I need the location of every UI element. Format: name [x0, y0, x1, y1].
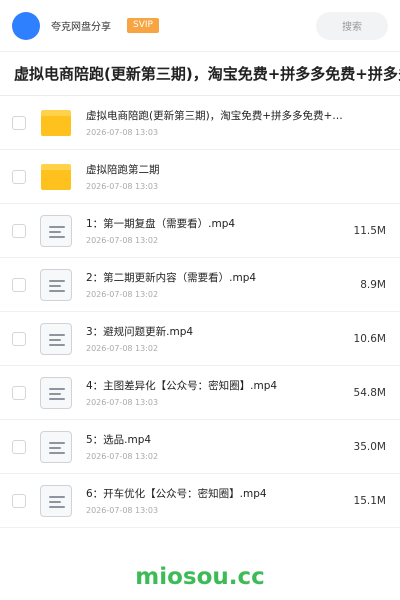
list-item[interactable]: 3：避规问题更新.mp4 2026-07-08 13:02 10.6M: [0, 312, 400, 366]
file-date: 2026-07-08 13:02: [86, 452, 159, 461]
file-info: 4：主图差异化【公众号：密知圈】.mp4 2026-07-08 13:03: [86, 378, 346, 407]
file-date: 2026-07-08 13:02: [86, 236, 159, 245]
document-icon: [40, 376, 72, 409]
document-icon: [40, 322, 72, 355]
row-checkbox[interactable]: [12, 169, 26, 184]
file-name: 2：第二期更新内容（需要看）.mp4: [86, 272, 257, 284]
row-checkbox[interactable]: [12, 223, 26, 238]
row-checkbox[interactable]: [12, 277, 26, 292]
list-item[interactable]: 虚拟陪跑第二期 2026-07-08 13:03: [0, 150, 400, 204]
row-checkbox[interactable]: [12, 493, 26, 508]
list-item[interactable]: 1：第一期复盘（需要看）.mp4 2026-07-08 13:02 11.5M: [0, 204, 400, 258]
list-item[interactable]: 虚拟电商陪跑(更新第三期)，淘宝免费+拼多多免费+… 2026-07-08 13…: [0, 96, 400, 150]
list-item[interactable]: 5：选品.mp4 2026-07-08 13:02 35.0M: [0, 420, 400, 474]
avatar[interactable]: [12, 11, 40, 40]
file-date: 2026-07-08 13:03: [86, 128, 159, 137]
folder-icon: [40, 107, 72, 139]
search-button[interactable]: 搜索: [316, 11, 388, 40]
file-name: 3：避规问题更新.mp4: [86, 326, 194, 338]
file-name: 虚拟陪跑第二期: [86, 164, 160, 176]
file-size: 35.0M: [353, 440, 386, 453]
file-date: 2026-07-08 13:03: [86, 182, 159, 191]
file-name: 虚拟电商陪跑(更新第三期)，淘宝免费+拼多多免费+…: [86, 110, 343, 122]
file-size: 15.1M: [353, 494, 386, 507]
document-icon: [40, 484, 72, 517]
file-date: 2026-07-08 13:02: [86, 290, 159, 299]
file-info: 1：第一期复盘（需要看）.mp4 2026-07-08 13:02: [86, 216, 346, 245]
document-icon: [40, 214, 72, 247]
file-name: 1：第一期复盘（需要看）.mp4: [86, 218, 236, 230]
file-name: 4：主图差异化【公众号：密知圈】.mp4: [86, 380, 278, 392]
file-info: 3：避规问题更新.mp4 2026-07-08 13:02: [86, 324, 346, 353]
file-name: 5：选品.mp4: [86, 434, 152, 446]
row-checkbox[interactable]: [12, 439, 26, 454]
file-info: 5：选品.mp4 2026-07-08 13:02: [86, 432, 346, 461]
file-size: 8.9M: [360, 278, 386, 291]
page-title: 虚拟电商陪跑(更新第三期)，淘宝免费+拼多多免费+拼多多: [14, 65, 400, 83]
file-name: 6：开车优化【公众号：密知圈】.mp4: [86, 488, 267, 500]
document-icon: [40, 430, 72, 463]
row-checkbox[interactable]: [12, 331, 26, 346]
file-date: 2026-07-08 13:03: [86, 398, 159, 407]
svip-badge: SVIP: [127, 18, 159, 33]
watermark: miosou.cc: [135, 564, 265, 590]
user-name: 夸克网盘分享: [51, 22, 111, 33]
file-size: 54.8M: [353, 386, 386, 399]
document-icon: [40, 268, 72, 301]
list-item[interactable]: 4：主图差异化【公众号：密知圈】.mp4 2026-07-08 13:03 54…: [0, 366, 400, 420]
file-date: 2026-07-08 13:02: [86, 344, 159, 353]
row-checkbox[interactable]: [12, 385, 26, 400]
file-info: 6：开车优化【公众号：密知圈】.mp4 2026-07-08 13:03: [86, 486, 346, 515]
folder-icon: [40, 161, 72, 193]
header: 夸克网盘分享 SVIP 搜索: [0, 0, 400, 52]
file-date: 2026-07-08 13:03: [86, 506, 159, 515]
title-bar: 虚拟电商陪跑(更新第三期)，淘宝免费+拼多多免费+拼多多: [0, 52, 400, 96]
file-info: 2：第二期更新内容（需要看）.mp4 2026-07-08 13:02: [86, 270, 352, 299]
file-list: 虚拟电商陪跑(更新第三期)，淘宝免费+拼多多免费+… 2026-07-08 13…: [0, 96, 400, 528]
file-size: 10.6M: [353, 332, 386, 345]
file-info: 虚拟电商陪跑(更新第三期)，淘宝免费+拼多多免费+… 2026-07-08 13…: [86, 108, 386, 137]
list-item[interactable]: 2：第二期更新内容（需要看）.mp4 2026-07-08 13:02 8.9M: [0, 258, 400, 312]
file-info: 虚拟陪跑第二期 2026-07-08 13:03: [86, 162, 386, 191]
file-size: 11.5M: [353, 224, 386, 237]
list-item[interactable]: 6：开车优化【公众号：密知圈】.mp4 2026-07-08 13:03 15.…: [0, 474, 400, 528]
row-checkbox[interactable]: [12, 115, 26, 130]
